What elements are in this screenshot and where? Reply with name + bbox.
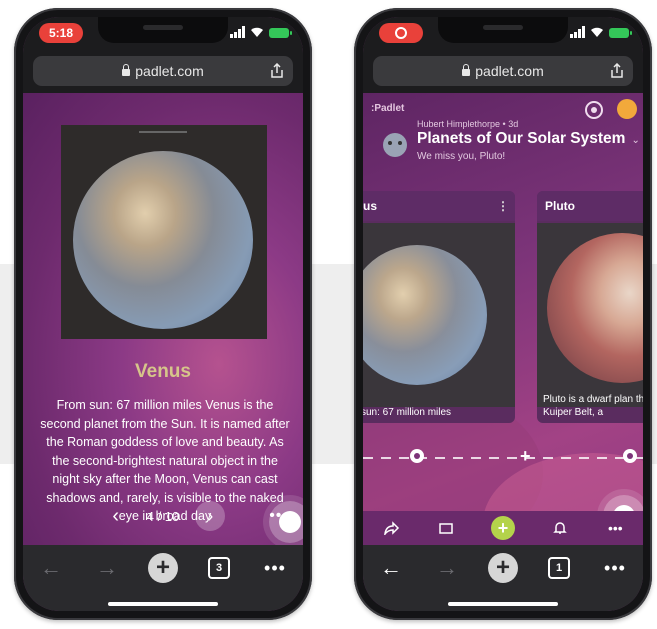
chevron-left-icon[interactable]: ‹ (101, 505, 131, 528)
card-title: us ⋮ (363, 191, 515, 221)
notch (438, 17, 568, 43)
tabs-button[interactable]: 1 (548, 557, 570, 579)
notch (98, 17, 228, 43)
venus-image (61, 125, 267, 339)
home-indicator (448, 602, 558, 606)
venus-planet (73, 151, 253, 329)
back-button[interactable]: ← (374, 551, 408, 585)
padlet-board: :Padlet Hubert Himplethorpe • 3d Planets… (363, 93, 643, 545)
share-icon[interactable] (269, 63, 285, 79)
system-icons (570, 26, 632, 38)
phone-right: padlet.com :Padlet Hubert Himplethorpe •… (354, 8, 652, 620)
phone-screen: 5:18 padlet.com Venus From sun: 67 milli… (23, 17, 303, 611)
author-avatar (383, 133, 407, 157)
chevron-down-icon[interactable]: ⌄ (631, 135, 639, 146)
post-detail-view: Venus From sun: 67 million miles Venus i… (23, 93, 303, 545)
card-title-text: us (363, 199, 378, 213)
gear-icon[interactable] (585, 101, 603, 119)
timeline-dot[interactable] (410, 449, 424, 463)
post-card-venus[interactable]: us ⋮ sun: 67 million miles (363, 191, 515, 423)
post-title: Venus (135, 361, 191, 382)
post-card-pluto[interactable]: Pluto Pluto is a dwarf plan the Kuiper B… (537, 191, 643, 423)
tabs-button[interactable]: 3 (208, 557, 230, 579)
venus-planet (363, 245, 487, 385)
padlet-logo[interactable]: :Padlet (371, 103, 404, 114)
share-icon[interactable] (609, 63, 625, 79)
battery-icon (269, 28, 292, 38)
url-field[interactable]: padlet.com (373, 56, 633, 86)
share-icon[interactable] (381, 521, 401, 535)
kebab-menu-icon[interactable]: ⋮ (497, 191, 509, 221)
lock-icon (122, 64, 131, 76)
forward-button[interactable]: → (90, 551, 124, 585)
recording-indicator (379, 23, 423, 43)
card-caption: Pluto is a dwarf plan the Kuiper Belt, a (543, 394, 643, 418)
post-more-button[interactable]: ••• (269, 507, 289, 525)
phone-left: 5:18 padlet.com Venus From sun: 67 milli… (14, 8, 312, 620)
padlet-toolbar: + ••• (363, 511, 643, 545)
url-field[interactable]: padlet.com (33, 56, 293, 86)
status-time: 5:18 (39, 23, 83, 43)
back-button[interactable]: ← (34, 551, 68, 585)
board-header: :Padlet Hubert Himplethorpe • 3d Planets… (363, 93, 643, 173)
browser-more-button[interactable]: ••• (598, 551, 632, 585)
lock-icon (462, 64, 471, 76)
bell-icon[interactable] (550, 520, 570, 536)
wifi-icon (251, 27, 263, 37)
home-indicator (108, 602, 218, 606)
timeline-add-button[interactable]: + (520, 446, 531, 467)
url-text: padlet.com (475, 63, 544, 79)
profile-avatar[interactable] (617, 99, 637, 119)
pager: ‹ 4 / 10 › (23, 501, 303, 531)
forward-button[interactable]: → (430, 551, 464, 585)
url-text: padlet.com (135, 63, 204, 79)
address-bar: padlet.com (363, 51, 643, 93)
chevron-right-icon[interactable]: › (195, 501, 226, 531)
timeline-line (363, 457, 643, 459)
board-title[interactable]: Planets of Our Solar System ⌄ (417, 130, 640, 148)
add-post-button[interactable]: + (490, 516, 515, 540)
address-bar: padlet.com (23, 51, 303, 93)
signal-icon (230, 26, 245, 38)
system-icons (230, 26, 292, 38)
phone-screen: padlet.com :Padlet Hubert Himplethorpe •… (363, 17, 643, 611)
card-image (363, 223, 515, 407)
battery-icon (609, 28, 632, 38)
new-tab-button[interactable]: + (488, 553, 518, 583)
browser-more-button[interactable]: ••• (258, 551, 292, 585)
timeline-dot[interactable] (623, 449, 637, 463)
pluto-planet (547, 233, 643, 383)
board-subtitle: We miss you, Pluto! (417, 151, 506, 162)
signal-icon (570, 26, 585, 38)
browser-toolbar: ← → + 1 ••• (363, 545, 643, 611)
board-author: Hubert Himplethorpe • 3d (417, 119, 519, 129)
new-tab-button[interactable]: + (148, 553, 178, 583)
browser-toolbar: ← → + 3 ••• (23, 545, 303, 611)
page-indicator: 4 / 10 (146, 508, 180, 524)
status-bar: 5:18 (23, 17, 303, 51)
card-caption: sun: 67 million miles (363, 407, 452, 418)
slideshow-icon[interactable] (436, 521, 456, 535)
card-image (537, 223, 643, 407)
card-title: Pluto (537, 191, 643, 221)
board-title-text: Planets of Our Solar System (417, 130, 626, 147)
status-bar (363, 17, 643, 51)
toolbar-more-button[interactable]: ••• (605, 520, 625, 536)
wifi-icon (591, 27, 603, 37)
image-caption-line (139, 131, 187, 133)
